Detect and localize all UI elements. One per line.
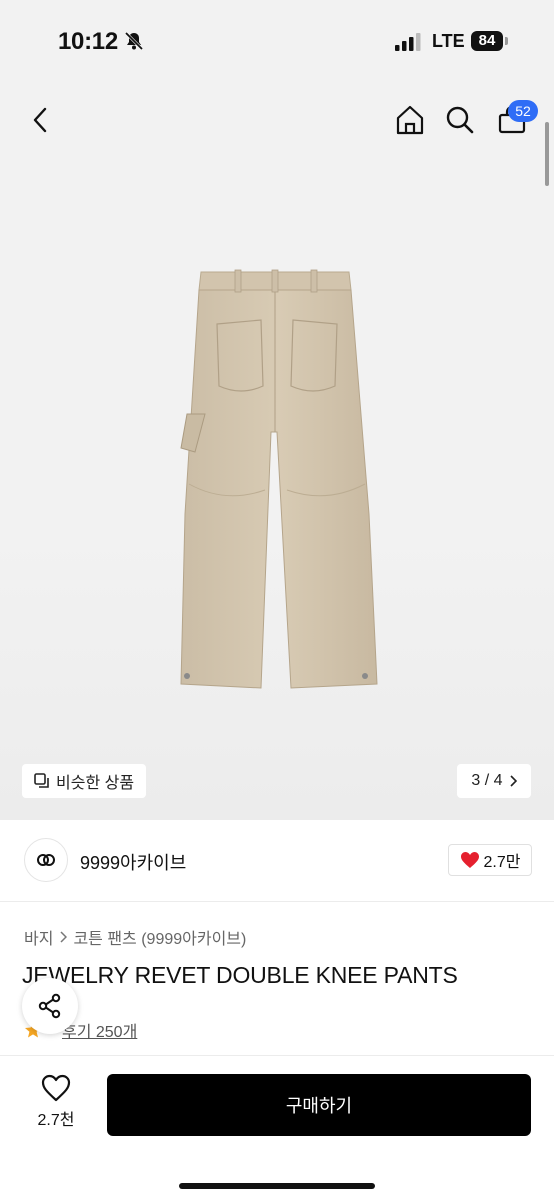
breadcrumb: 바지 코튼 팬츠 (9999아카이브) bbox=[24, 925, 246, 949]
home-button[interactable] bbox=[390, 100, 430, 140]
signal-icon bbox=[395, 33, 421, 51]
similar-products-label: 비슷한 상품 bbox=[56, 775, 135, 792]
battery-tip bbox=[505, 37, 508, 45]
back-button[interactable] bbox=[20, 100, 60, 140]
wishlist-count: 2.7천 bbox=[37, 1112, 75, 1129]
copy-icon bbox=[34, 773, 49, 788]
brand-like-button[interactable]: 2.7만 bbox=[448, 844, 532, 876]
search-button[interactable] bbox=[440, 100, 480, 140]
product-image-gallery[interactable]: 52 비슷한 상품 3 / 4 bbox=[0, 84, 554, 820]
brand-like-count: 2.7만 bbox=[483, 854, 521, 871]
home-indicator bbox=[179, 1183, 375, 1189]
battery-level: 84 bbox=[471, 31, 503, 51]
chevron-left-icon bbox=[33, 107, 47, 133]
gallery-pager[interactable]: 3 / 4 bbox=[457, 764, 531, 798]
status-time: 10:12 bbox=[58, 28, 118, 55]
breadcrumb-item[interactable]: 코튼 팬츠 (9999아카이브) bbox=[73, 925, 246, 949]
brand-logo[interactable] bbox=[24, 838, 68, 882]
cart-count-badge: 52 bbox=[508, 100, 538, 122]
breadcrumb-item[interactable]: 바지 bbox=[24, 925, 53, 949]
chevron-right-icon bbox=[60, 931, 68, 943]
search-icon bbox=[446, 106, 474, 134]
review-count-link[interactable]: 후기 250개 bbox=[62, 1018, 137, 1042]
buy-button[interactable]: 구매하기 bbox=[107, 1074, 531, 1136]
status-bar: 10:12 LTE 84 bbox=[0, 0, 554, 84]
home-icon bbox=[396, 105, 424, 135]
scroll-indicator bbox=[545, 122, 549, 186]
product-photo-pants bbox=[180, 269, 378, 689]
chevron-right-icon bbox=[509, 775, 517, 787]
product-title: JEWELRY REVET DOUBLE KNEE PANTS bbox=[22, 962, 458, 988]
brand-logo-icon bbox=[37, 854, 55, 866]
brand-row: 9999아카이브 2.7만 bbox=[0, 820, 554, 902]
wishlist-button[interactable]: 2.7천 bbox=[28, 1074, 84, 1138]
gallery-page-indicator: 3 / 4 bbox=[471, 772, 503, 789]
heart-outline-icon bbox=[41, 1074, 71, 1102]
similar-products-button[interactable]: 비슷한 상품 bbox=[22, 764, 147, 798]
share-icon bbox=[38, 993, 61, 1019]
bell-muted-icon bbox=[124, 31, 144, 51]
heart-filled-icon bbox=[460, 852, 479, 868]
bottom-action-bar: 2.7천 구매하기 bbox=[0, 1055, 554, 1200]
network-type: LTE bbox=[432, 31, 465, 51]
brand-name[interactable]: 9999아카이브 bbox=[80, 849, 186, 875]
share-button[interactable] bbox=[22, 978, 78, 1034]
